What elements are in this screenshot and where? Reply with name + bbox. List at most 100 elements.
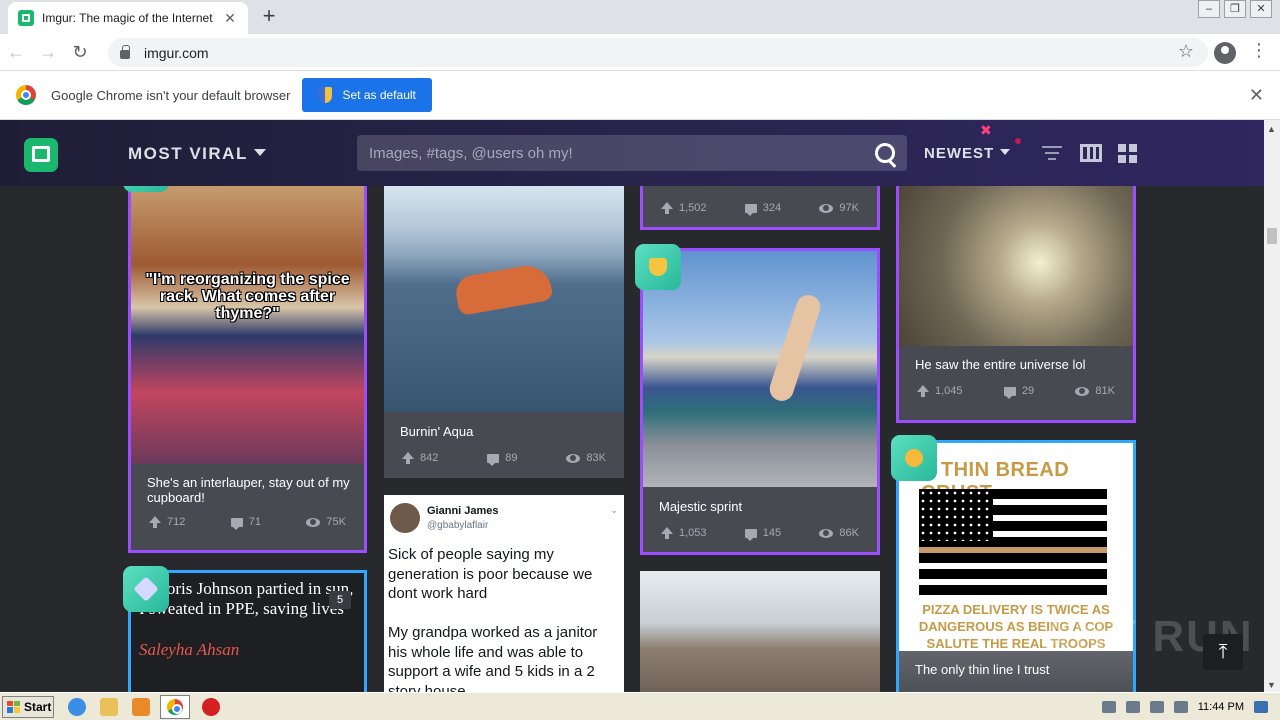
media-player-icon[interactable] [132,697,150,716]
page-scrollbar[interactable]: ▲ ▼ [1264,120,1280,692]
views-icon [306,517,321,527]
section-dropdown[interactable]: MOST VIRAL [128,144,266,164]
folder-icon[interactable] [100,697,118,716]
menu-kebab-icon[interactable]: ⋮ [1250,40,1268,61]
browser-tab[interactable]: Imgur: The magic of the Internet ✕ [8,2,248,34]
upvote-icon[interactable] [917,384,929,397]
post-image[interactable]: "I'm reorganizing the spice rack. What c… [131,186,364,464]
post-stats: 1,502 324 97K [661,201,859,216]
set-as-default-button[interactable]: Set as default [302,78,432,112]
sparkle-icon: ✖ [980,122,992,138]
caret-down-icon [1000,149,1011,155]
post-card[interactable]: Majestic sprint 1,053 145 86K [640,248,880,555]
bookmark-star-icon[interactable]: ☆ [1178,41,1194,62]
start-button[interactable]: Start [2,695,54,718]
chevron-down-icon[interactable]: ⌄ [610,505,618,516]
address-bar[interactable]: imgur.com ☆ [108,38,1208,67]
lock-icon[interactable] [120,45,130,59]
search-bar[interactable]: Images, #tags, @users oh my! [357,135,907,171]
post-card[interactable]: "I'm reorganizing the spice rack. What c… [128,186,367,553]
post-image[interactable] [640,571,880,692]
post-stats: 842 89 83K [402,451,606,466]
chrome-taskbar-button[interactable] [160,694,190,719]
imgur-header: MOST VIRAL Images, #tags, @users oh my! … [0,120,1264,186]
network-icon[interactable] [1149,701,1164,713]
clock[interactable]: 11:44 PM [1198,701,1244,713]
upvote-count: 712 [167,516,186,528]
shield-icon [318,87,333,103]
scroll-down-icon[interactable]: ▼ [1267,680,1276,690]
post-card[interactable]: He saw the entire universe lol 1,045 29 … [896,186,1136,423]
views-icon [1075,386,1090,396]
ie-icon[interactable] [68,697,86,716]
tray-arrow-icon[interactable] [1101,701,1116,713]
search-input[interactable]: Images, #tags, @users oh my! [369,145,875,162]
upvote-icon[interactable] [402,451,414,464]
filter-icon[interactable] [1042,146,1062,162]
caret-down-icon [253,149,266,156]
upvote-icon[interactable] [661,201,673,214]
url-text[interactable]: imgur.com [144,45,209,61]
views-icon [566,453,581,463]
infobar-close-icon[interactable]: ✕ [1249,85,1264,106]
runner-shape [766,291,824,405]
back-icon[interactable]: ← [0,42,32,63]
view-count: 81K [1095,385,1115,397]
tab-title: Imgur: The magic of the Internet [42,11,213,25]
post-card[interactable] [640,571,880,692]
tweet-text: Sick of people saying my generation is p… [388,546,598,692]
chrome-logo-icon [16,85,36,105]
meme-caption: "I'm reorganizing the spice rack. What c… [145,271,350,322]
reload-icon[interactable]: ↻ [64,42,96,63]
post-title[interactable]: The only thin line I trust [915,662,1121,677]
view-count: 83K [586,452,606,464]
upvote-count: 1,053 [679,527,707,539]
flag-icon[interactable] [1173,701,1188,713]
window-controls: – ❐ ✕ [1198,0,1272,18]
imgur-logo-icon[interactable] [24,138,58,172]
new-tab-button[interactable]: + [258,5,280,28]
post-image[interactable] [899,186,1133,346]
tab-close-icon[interactable]: ✕ [222,10,238,27]
minimize-icon[interactable]: – [1198,0,1220,18]
upvote-icon[interactable] [149,515,161,528]
restore-icon[interactable]: ❐ [1224,0,1246,18]
post-title[interactable]: Majestic sprint [659,499,865,514]
forward-icon[interactable]: → [32,42,64,63]
sort-dropdown[interactable]: NEWEST [924,145,1011,162]
pizza-badge [891,435,937,481]
scroll-to-top-button[interactable]: ⤒ [1203,634,1243,670]
search-icon[interactable] [875,143,895,163]
quote-text: le Boris Johnson partied in sun, I sweat… [139,579,354,618]
post-card[interactable]: 1,502 324 97K [640,186,880,230]
uniform-layout-icon[interactable] [1080,144,1102,162]
grid-layout-icon[interactable] [1118,144,1137,163]
views-icon [819,528,834,538]
post-card[interactable]: Gianni James @gbabylaflair ⌄ Sick of peo… [384,495,624,692]
windows-taskbar: Start 11:44 PM [0,692,1280,720]
decor-dot [1015,138,1021,144]
tweet-name: Gianni James [427,505,499,517]
scroll-up-icon[interactable]: ▲ [1267,124,1276,134]
views-icon [819,203,834,213]
post-image[interactable] [384,186,624,412]
volume-icon[interactable] [1125,701,1140,713]
comment-icon [230,517,243,530]
scroll-thumb[interactable] [1267,228,1277,244]
post-card[interactable]: Burnin' Aqua 842 89 83K [384,186,624,478]
start-label: Start [24,699,52,714]
post-title[interactable]: He saw the entire universe lol [915,357,1121,372]
profile-icon[interactable] [1214,42,1236,64]
view-count: 97K [839,202,859,214]
comment-count: 145 [762,527,782,539]
window-close-icon[interactable]: ✕ [1250,0,1272,18]
tab-strip: Imgur: The magic of the Internet ✕ + – ❐… [0,0,1280,34]
security-app-icon[interactable] [202,697,220,716]
post-stats: 1,053 145 86K [661,526,859,541]
upvote-icon[interactable] [661,526,673,539]
tweet-avatar [390,503,420,533]
desktop-icon[interactable] [1254,701,1268,713]
post-title[interactable]: Burnin' Aqua [400,424,612,439]
infobar-text: Google Chrome isn't your default browser [51,87,291,103]
post-title[interactable]: She's an interlauper, stay out of my cup… [147,475,352,505]
